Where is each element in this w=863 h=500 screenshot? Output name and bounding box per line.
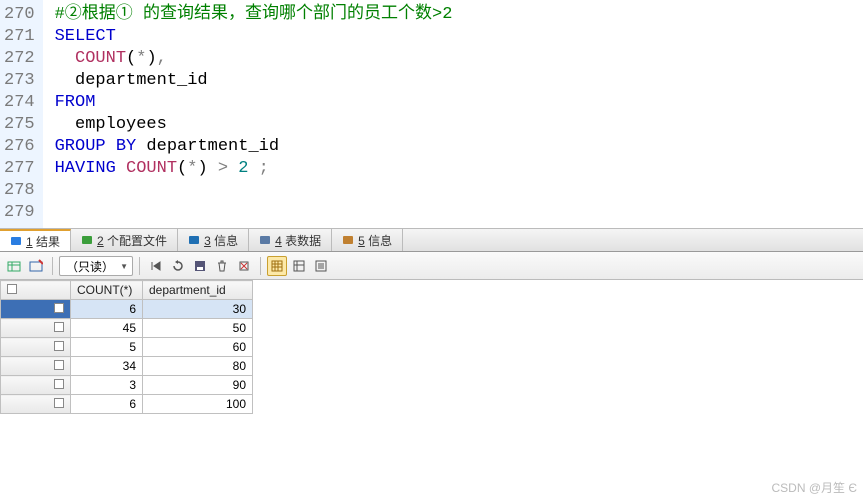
tab-4[interactable]: 4 表数据 xyxy=(249,229,332,251)
code-line[interactable]: SELECT xyxy=(55,26,453,48)
result-toolbar: （只读） xyxy=(0,252,863,280)
cell[interactable]: 100 xyxy=(143,395,253,414)
line-number: 272 xyxy=(4,48,35,70)
line-number: 277 xyxy=(4,158,35,180)
code-line[interactable]: department_id xyxy=(55,70,453,92)
table-row[interactable]: 390 xyxy=(1,376,253,395)
line-number: 274 xyxy=(4,92,35,114)
code-line[interactable] xyxy=(55,202,453,224)
code-line[interactable]: HAVING COUNT(*) > 2 ; xyxy=(55,158,453,180)
code-line[interactable] xyxy=(55,180,453,202)
cell[interactable]: 60 xyxy=(143,338,253,357)
code-line[interactable]: employees xyxy=(55,114,453,136)
tab-1[interactable]: 1 结果 xyxy=(0,229,71,251)
line-number: 270 xyxy=(4,4,35,26)
result-tabs: 1 结果 2 个配置文件 3 信息 4 表数据 5 信息 xyxy=(0,228,863,252)
tab-label: 2 个配置文件 xyxy=(97,232,167,249)
grid-export-icon[interactable] xyxy=(4,256,24,276)
tab-label: 3 信息 xyxy=(204,232,238,249)
form-view-icon[interactable] xyxy=(289,256,309,276)
cell[interactable]: 6 xyxy=(71,395,143,414)
row-header[interactable] xyxy=(1,357,71,376)
tab-3[interactable]: 3 信息 xyxy=(178,229,249,251)
toolbar-divider xyxy=(139,257,140,275)
cell[interactable]: 34 xyxy=(71,357,143,376)
watermark: CSDN @月笙 Є xyxy=(772,479,857,496)
cell[interactable]: 30 xyxy=(143,300,253,319)
edit-mode-label: （只读） xyxy=(66,260,114,274)
edit-mode-select[interactable]: （只读） xyxy=(59,256,133,276)
first-row-icon[interactable] xyxy=(146,256,166,276)
cell[interactable]: 50 xyxy=(143,319,253,338)
table-row[interactable]: 4550 xyxy=(1,319,253,338)
cell[interactable]: 3 xyxy=(71,376,143,395)
text-view-icon[interactable] xyxy=(311,256,331,276)
table-row[interactable]: 560 xyxy=(1,338,253,357)
code-line[interactable]: FROM xyxy=(55,92,453,114)
row-header[interactable] xyxy=(1,319,71,338)
line-number: 276 xyxy=(4,136,35,158)
tab-icon xyxy=(259,234,271,246)
code-line[interactable]: GROUP BY department_id xyxy=(55,136,453,158)
tab-label: 5 信息 xyxy=(358,232,392,249)
table-row[interactable]: 6100 xyxy=(1,395,253,414)
cell[interactable]: 80 xyxy=(143,357,253,376)
row-header[interactable] xyxy=(1,376,71,395)
cell[interactable]: 5 xyxy=(71,338,143,357)
tab-icon xyxy=(342,234,354,246)
code-line[interactable]: COUNT(*), xyxy=(55,48,453,70)
grid-export-icon-2[interactable] xyxy=(26,256,46,276)
refresh-icon[interactable] xyxy=(168,256,188,276)
line-gutter: 270271272273274275276277278279 xyxy=(0,0,43,228)
grid-corner[interactable] xyxy=(1,281,71,300)
cell[interactable]: 6 xyxy=(71,300,143,319)
line-number: 271 xyxy=(4,26,35,48)
toolbar-divider xyxy=(260,257,261,275)
cell[interactable]: 45 xyxy=(71,319,143,338)
tab-icon xyxy=(10,235,22,247)
row-header[interactable] xyxy=(1,395,71,414)
delete-icon[interactable] xyxy=(212,256,232,276)
code-line[interactable]: #②根据① 的查询结果，查询哪个部门的员工个数>2 xyxy=(55,4,453,26)
tab-icon xyxy=(188,234,200,246)
sql-editor: 270271272273274275276277278279 #②根据① 的查询… xyxy=(0,0,863,228)
tab-2[interactable]: 2 个配置文件 xyxy=(71,229,178,251)
code-area[interactable]: #②根据① 的查询结果，查询哪个部门的员工个数>2SELECT COUNT(*)… xyxy=(43,0,453,228)
row-header[interactable] xyxy=(1,300,71,319)
tab-label: 4 表数据 xyxy=(275,232,321,249)
line-number: 278 xyxy=(4,180,35,202)
result-grid[interactable]: COUNT(*)department_id6304550560348039061… xyxy=(0,280,863,414)
tab-5[interactable]: 5 信息 xyxy=(332,229,403,251)
cell[interactable]: 90 xyxy=(143,376,253,395)
line-number: 279 xyxy=(4,202,35,224)
column-header[interactable]: COUNT(*) xyxy=(71,281,143,300)
save-icon[interactable] xyxy=(190,256,210,276)
tab-label: 1 结果 xyxy=(26,233,60,250)
row-header[interactable] xyxy=(1,338,71,357)
table-row[interactable]: 630 xyxy=(1,300,253,319)
table-row[interactable]: 3480 xyxy=(1,357,253,376)
column-header[interactable]: department_id xyxy=(143,281,253,300)
cancel-icon[interactable] xyxy=(234,256,254,276)
line-number: 273 xyxy=(4,70,35,92)
toolbar-divider xyxy=(52,257,53,275)
line-number: 275 xyxy=(4,114,35,136)
tab-icon xyxy=(81,234,93,246)
grid-view-icon[interactable] xyxy=(267,256,287,276)
